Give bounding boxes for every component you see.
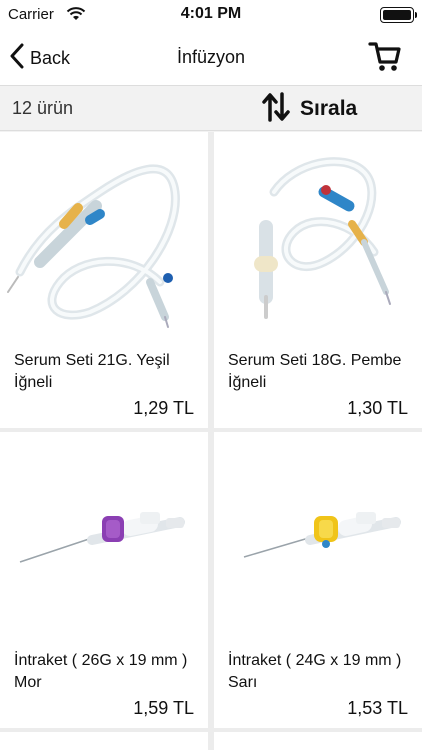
product-count: 12 ürün [12,98,74,118]
product-card[interactable]: Serum Seti 18G. Pembe İğneli 1,30 TL [214,132,422,428]
list-toolbar: 12 ürün Sırala [0,87,422,131]
product-grid: Serum Seti 21G. Yeşil İğneli 1,29 TL Ser… [0,132,422,750]
iv-cannula-purple-image [0,432,208,632]
sort-label: Sırala [300,97,358,120]
infusion-set-image [214,132,422,332]
product-price: 1,59 TL [133,698,194,718]
product-name: Serum Seti 21G. Yeşil İğneli [14,352,170,391]
infusion-set-image [0,132,208,332]
product-price: 1,29 TL [133,398,194,418]
cart-button[interactable] [368,40,402,74]
clock: 4:01 PM [180,5,242,22]
product-price: 1,53 TL [347,698,408,718]
cart-icon [368,42,402,78]
navigation-bar: Back İnfüzyon [0,30,422,86]
product-name: İntraket ( 24G x 19 mm ) Sarı [228,652,402,691]
product-card[interactable] [0,732,208,750]
product-card[interactable]: Serum Seti 21G. Yeşil İğneli 1,29 TL [0,132,208,428]
iv-cannula-yellow-image [214,432,422,632]
page-title: İnfüzyon [176,47,246,67]
sort-button[interactable]: Sırala [262,91,358,127]
product-card[interactable]: İntraket ( 26G x 19 mm ) Mor 1,59 TL [0,432,208,728]
sort-arrows-icon [262,91,290,127]
product-price: 1,30 TL [347,398,408,418]
status-bar: Carrier 4:01 PM [0,0,422,30]
product-card[interactable]: İntraket ( 24G x 19 mm ) Sarı 1,53 TL [214,432,422,728]
product-card[interactable] [214,732,422,750]
product-name: İntraket ( 26G x 19 mm ) Mor [14,652,188,691]
product-name: Serum Seti 18G. Pembe İğneli [228,352,402,391]
battery-icon [380,7,417,23]
